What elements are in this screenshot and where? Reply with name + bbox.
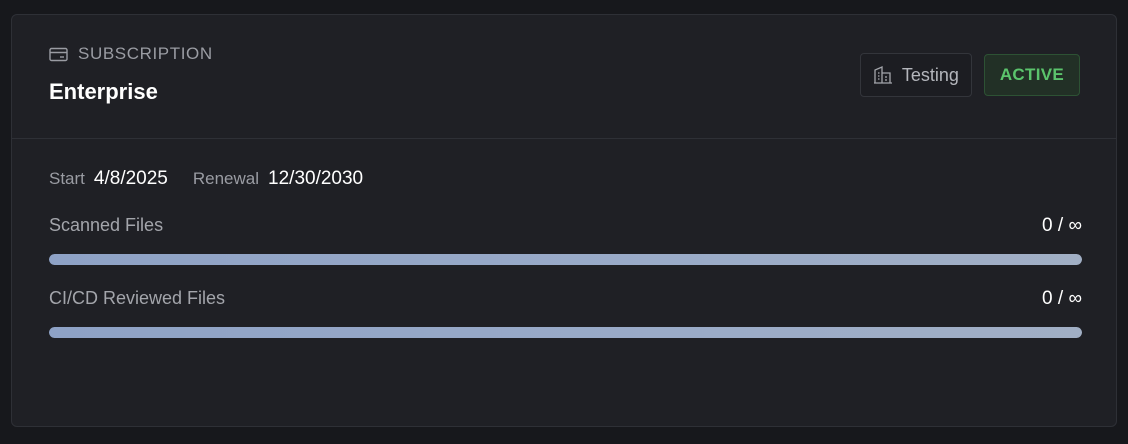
credit-card-icon	[49, 47, 68, 62]
building-icon	[873, 66, 893, 84]
usage-progress-bar	[49, 254, 1082, 265]
usage-cicd-reviewed-files: CI/CD Reviewed Files 0 / ∞	[49, 288, 1082, 338]
usage-value: 0 / ∞	[1042, 288, 1082, 309]
subscription-header: SUBSCRIPTION Enterprise Testing ACTIVE	[12, 15, 1116, 139]
renewal-value: 12/30/2030	[268, 168, 364, 189]
plan-name: Enterprise	[49, 79, 158, 104]
usage-row: Scanned Files 0 / ∞	[49, 215, 1082, 237]
usage-scanned-files: Scanned Files 0 / ∞	[49, 215, 1082, 265]
renewal-label: Renewal	[192, 169, 260, 188]
status-badge: ACTIVE	[983, 54, 1080, 96]
subscription-eyebrow: SUBSCRIPTION	[49, 44, 213, 64]
header-actions: Testing ACTIVE	[859, 53, 1080, 97]
subscription-card: SUBSCRIPTION Enterprise Testing ACTIVE S…	[11, 14, 1117, 427]
start-value: 4/8/2025	[93, 168, 168, 189]
environment-label: Testing	[901, 64, 959, 85]
usage-value: 0 / ∞	[1042, 215, 1082, 236]
usage-progress-fill	[49, 327, 1082, 338]
usage-progress-fill	[49, 254, 1082, 265]
subscription-dates: Start 4/8/2025 Renewal 12/30/2030	[49, 168, 388, 190]
usage-row: CI/CD Reviewed Files 0 / ∞	[49, 288, 1082, 310]
usage-progress-bar	[49, 327, 1082, 338]
usage-label: Scanned Files	[49, 215, 164, 235]
start-label: Start	[49, 169, 85, 188]
usage-label: CI/CD Reviewed Files	[49, 288, 226, 308]
subscription-eyebrow-label: SUBSCRIPTION	[78, 44, 213, 63]
environment-chip[interactable]: Testing	[859, 53, 972, 97]
